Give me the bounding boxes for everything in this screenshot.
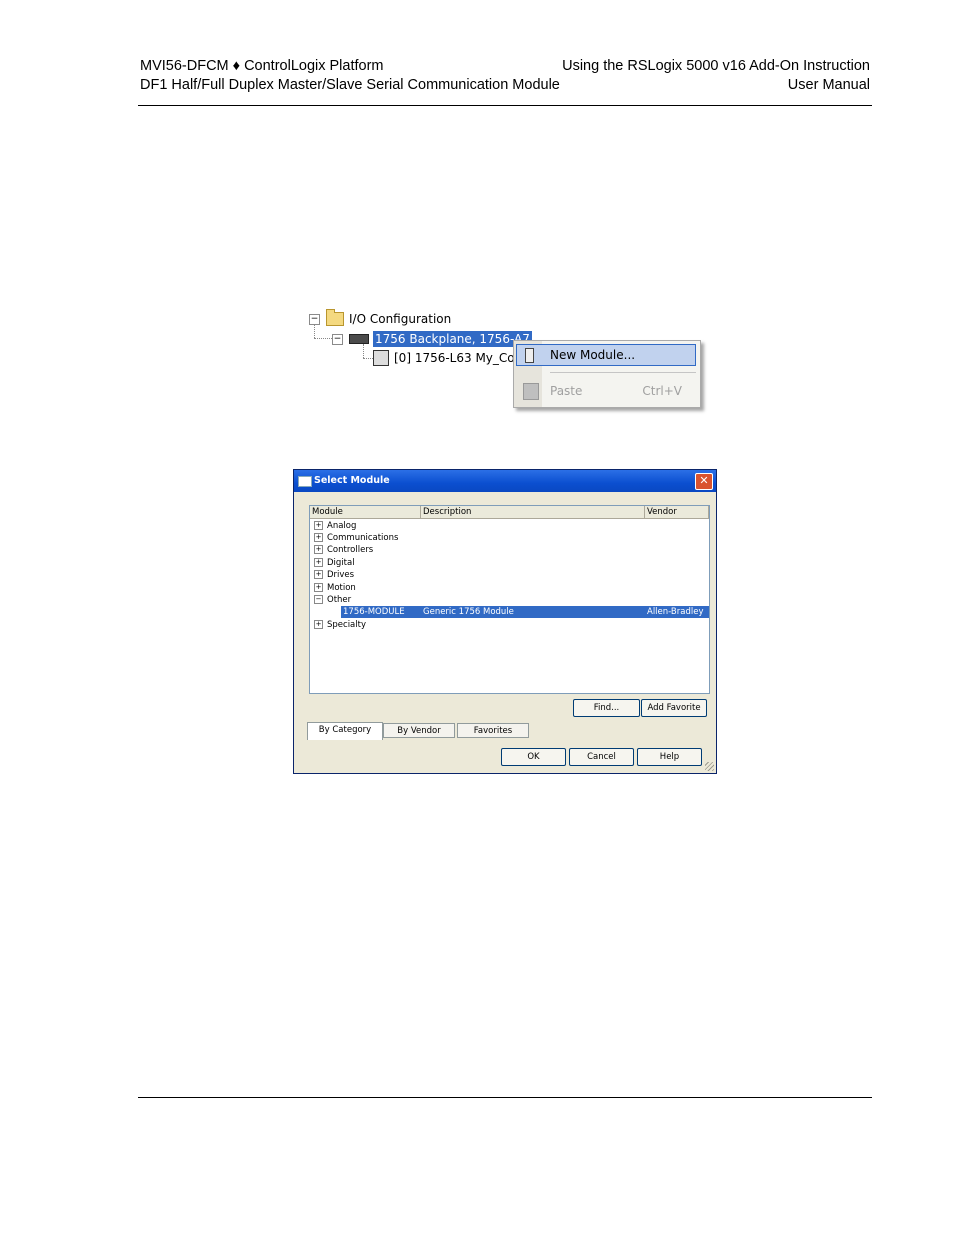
tree-connector [363, 358, 373, 359]
expand-icon[interactable]: + [314, 533, 323, 542]
cell-vendor: Allen-Bradley [647, 607, 704, 617]
tree-label-controller: [0] 1756-L63 My_Cor [394, 351, 520, 365]
window-icon [298, 476, 312, 487]
list-item-drives[interactable]: + Drives [314, 569, 354, 581]
category-label: Other [327, 595, 352, 605]
tab-favorites[interactable]: Favorites [457, 723, 529, 738]
menu-item-label: Paste [550, 384, 583, 398]
tree-item-backplane[interactable]: − 1756 Backplane, 1756-A7 [332, 331, 532, 347]
category-label: Motion [327, 583, 356, 593]
tree-item-controller[interactable]: [0] 1756-L63 My_Cor [373, 350, 520, 366]
menu-item-paste[interactable]: Paste Ctrl+V [516, 381, 694, 401]
cell-description: Generic 1756 Module [423, 607, 514, 617]
list-item-digital[interactable]: + Digital [314, 557, 355, 569]
expand-icon[interactable]: + [314, 620, 323, 629]
backplane-icon [349, 334, 369, 344]
column-header-vendor[interactable]: Vendor [645, 506, 709, 519]
tree-connector [314, 338, 332, 339]
select-module-dialog: Select Module ✕ Module Description Vendo… [293, 469, 717, 774]
header-left: MVI56-DFCM ♦ ControlLogix Platform DF1 H… [140, 57, 560, 95]
category-label: Controllers [327, 545, 374, 555]
menu-item-new-module[interactable]: New Module... [516, 344, 696, 366]
category-label: Drives [327, 570, 355, 580]
menu-separator [550, 372, 696, 373]
context-menu: New Module... Paste Ctrl+V [513, 340, 701, 408]
list-item-other[interactable]: − Other [314, 594, 351, 606]
cell-module: 1756-MODULE [343, 607, 405, 617]
controller-icon [373, 350, 389, 366]
module-list[interactable]: Module Description Vendor + Analog + Commu… [309, 505, 710, 694]
footer-rule [138, 1097, 872, 1098]
category-label: Specialty [327, 620, 366, 630]
list-item-controllers[interactable]: + Controllers [314, 544, 373, 556]
header-right: Using the RSLogix 5000 v16 Add-On Instru… [562, 57, 870, 95]
header-rule [138, 105, 872, 106]
cancel-button[interactable]: Cancel [569, 748, 634, 766]
paste-icon [523, 383, 539, 400]
header-product: MVI56-DFCM ♦ ControlLogix Platform [140, 58, 384, 74]
tree-label-backplane: 1756 Backplane, 1756-A7 [373, 331, 532, 347]
header-doc-type: User Manual [787, 77, 870, 93]
menu-shortcut: Ctrl+V [642, 384, 682, 398]
header-section: Using the RSLogix 5000 v16 Add-On Instru… [562, 58, 870, 74]
tree-item-io-configuration[interactable]: − I/O Configuration [309, 309, 452, 326]
tab-by-vendor[interactable]: By Vendor [383, 723, 455, 738]
find-button[interactable]: Find... [573, 699, 640, 717]
expand-icon[interactable]: + [314, 545, 323, 554]
table-row-selected[interactable]: 1756-MODULE Generic 1756 Module Allen-Br… [341, 606, 709, 618]
collapse-icon[interactable]: − [314, 595, 323, 604]
menu-item-label: New Module... [550, 348, 636, 362]
collapse-icon[interactable]: − [309, 313, 320, 325]
expand-icon[interactable]: + [314, 558, 323, 567]
dialog-titlebar[interactable]: Select Module ✕ [294, 470, 716, 492]
list-item-motion[interactable]: + Motion [314, 582, 356, 594]
ok-button[interactable]: OK [501, 748, 566, 766]
folder-icon [326, 309, 344, 326]
list-item-analog[interactable]: + Analog [314, 520, 356, 532]
module-icon [525, 348, 534, 363]
category-label: Communications [327, 533, 399, 543]
expand-icon[interactable]: + [314, 583, 323, 592]
column-header-module[interactable]: Module [310, 506, 421, 519]
dialog-title: Select Module [314, 475, 390, 486]
expand-icon[interactable]: + [314, 521, 323, 530]
category-label: Digital [327, 558, 355, 568]
expand-icon[interactable]: + [314, 570, 323, 579]
list-item-specialty[interactable]: + Specialty [314, 619, 366, 631]
list-item-communications[interactable]: + Communications [314, 532, 398, 544]
category-label: Analog [327, 521, 357, 531]
header-module-title: DF1 Half/Full Duplex Master/Slave Serial… [140, 77, 560, 93]
close-button[interactable]: ✕ [695, 473, 713, 490]
tab-by-category[interactable]: By Category [307, 722, 383, 740]
resize-grip-icon[interactable] [705, 762, 714, 771]
column-header-description[interactable]: Description [421, 506, 645, 519]
collapse-icon[interactable]: − [332, 333, 343, 345]
tree-label-io-configuration: I/O Configuration [349, 312, 452, 326]
help-button[interactable]: Help [637, 748, 702, 766]
add-favorite-button[interactable]: Add Favorite [641, 699, 707, 717]
